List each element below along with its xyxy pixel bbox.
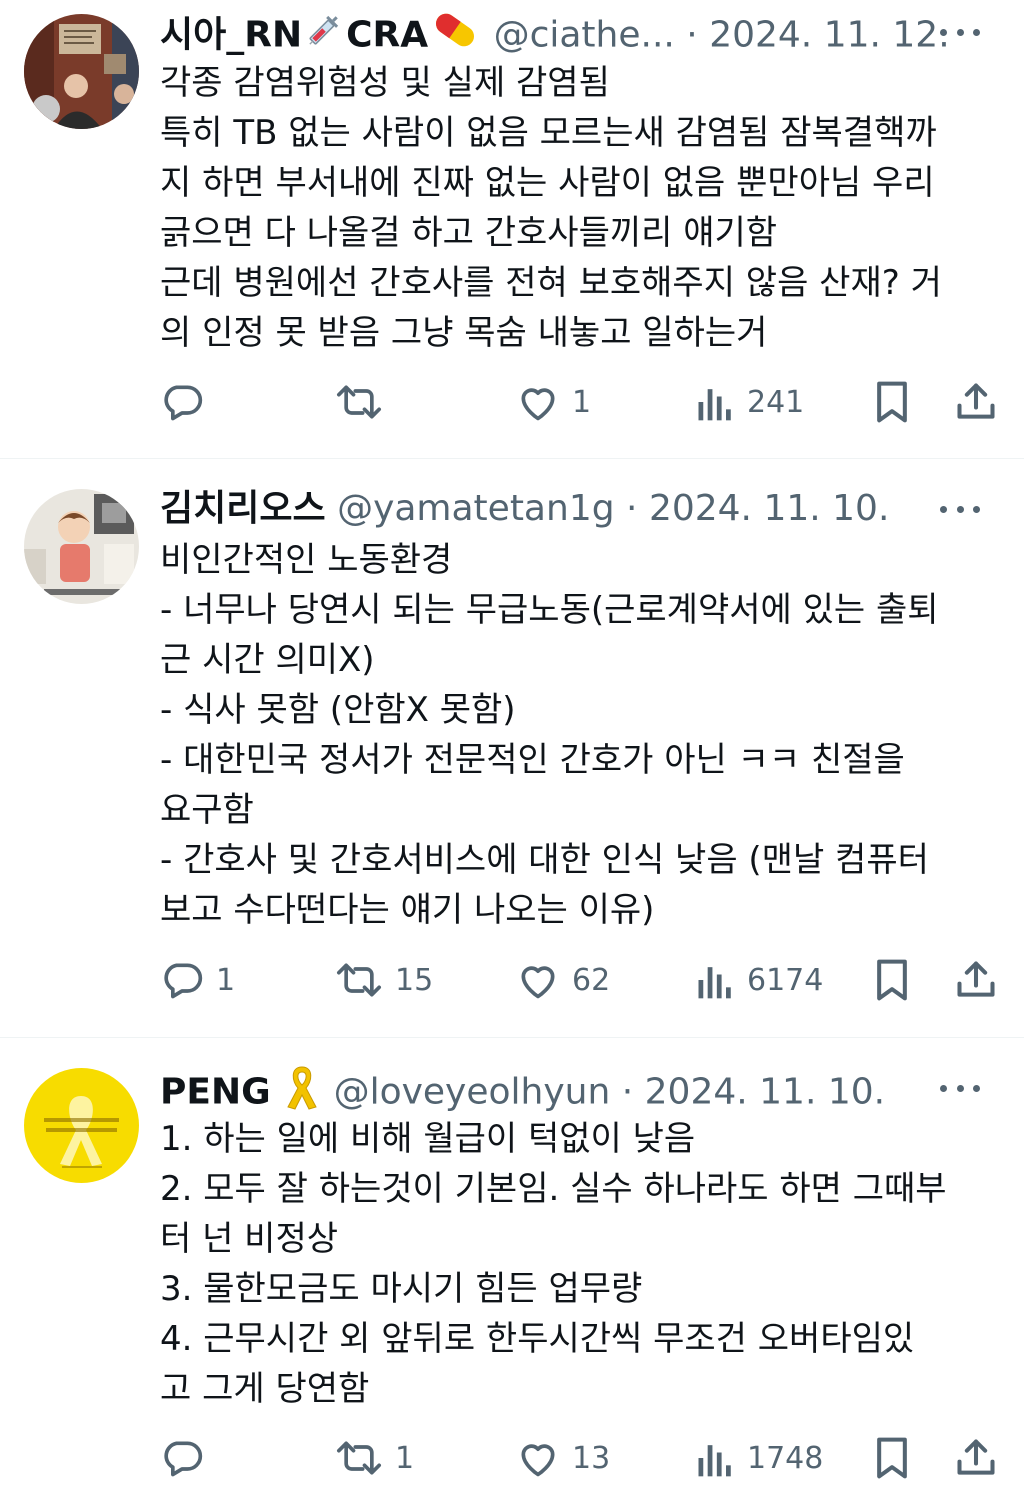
bar-chart-icon	[695, 1436, 735, 1480]
retweet-arrows-icon	[335, 1436, 383, 1480]
bookmark-button[interactable]	[872, 956, 912, 1004]
view-count: 6174	[747, 962, 824, 998]
separator: ·	[621, 1071, 634, 1113]
bar-chart-icon	[695, 380, 735, 424]
speech-bubble-icon	[160, 1436, 204, 1480]
separator: ·	[626, 488, 638, 529]
tweet-header: 김치리오스 @yamatetan1g · 2024. 11. 10.	[160, 485, 1004, 533]
retweet-button[interactable]: 1	[335, 1434, 414, 1482]
bar-chart-icon	[695, 958, 735, 1002]
bookmark-icon	[872, 1436, 912, 1480]
bookmark-button[interactable]	[872, 378, 912, 426]
avatar[interactable]	[24, 489, 139, 604]
share-upload-icon	[954, 958, 998, 1002]
tweet-header: PENG @loveyeolhyun · 2024. 11. 10.	[160, 1064, 1004, 1113]
display-name[interactable]: PENG	[160, 1072, 271, 1113]
more-dots-icon[interactable]	[940, 1064, 980, 1112]
heart-icon	[516, 958, 560, 1002]
tweet[interactable]: PENG @loveyeolhyun · 2024. 11. 10. 1. 하는…	[0, 1038, 1024, 1508]
retweet-count: 15	[395, 962, 434, 998]
avatar[interactable]	[24, 14, 139, 129]
pill-emoji	[430, 8, 480, 65]
more-dots-icon[interactable]	[940, 8, 980, 56]
like-button[interactable]: 62	[516, 956, 610, 1004]
action-bar: 1 241	[160, 378, 1000, 426]
view-count: 1748	[747, 1440, 824, 1476]
like-count: 13	[572, 1440, 611, 1476]
share-upload-icon	[954, 1436, 998, 1480]
share-upload-icon	[954, 380, 998, 424]
display-name-suffix[interactable]: CRA	[346, 15, 428, 56]
timestamp[interactable]: 2024. 11. 10.	[645, 1072, 885, 1113]
speech-bubble-icon	[160, 958, 204, 1002]
reply-count: 1	[216, 962, 236, 998]
timestamp[interactable]: 2024. 11. 10.	[649, 488, 889, 529]
views-button[interactable]: 6174	[695, 956, 823, 1004]
avatar[interactable]	[24, 1068, 139, 1183]
speech-bubble-icon	[160, 380, 204, 424]
heart-icon	[516, 1436, 560, 1480]
tweet-text: 1. 하는 일에 비해 월급이 턱없이 낮음 2. 모두 잘 하는것이 기본임.…	[160, 1119, 947, 1409]
like-count: 1	[572, 384, 592, 420]
tweet-text: 비인간적인 노동환경 - 너무나 당연시 되는 무급노동(근로계약서에 있는 출…	[160, 540, 939, 930]
action-bar: 1 13 1748	[160, 1434, 1000, 1482]
separator: ·	[686, 14, 698, 56]
reply-button[interactable]	[160, 378, 216, 426]
tweet[interactable]: 시아_RN CRA @ciathe... · 2024. 11. 12. 각종 감…	[0, 0, 1024, 458]
bookmark-button[interactable]	[872, 1434, 912, 1482]
retweet-count: 1	[395, 1440, 415, 1476]
retweet-arrows-icon	[335, 380, 383, 424]
retweet-button[interactable]: 15	[335, 956, 433, 1004]
handle[interactable]: @ciathe...	[494, 15, 675, 56]
action-bar: 1 15 62 6174	[160, 956, 1000, 1004]
retweet-arrows-icon	[335, 958, 383, 1002]
views-button[interactable]: 241	[695, 378, 804, 426]
share-button[interactable]	[954, 378, 998, 426]
share-button[interactable]	[954, 956, 998, 1004]
more-dots-icon[interactable]	[940, 485, 980, 533]
reply-button[interactable]: 1	[160, 956, 235, 1004]
like-button[interactable]: 1	[516, 378, 591, 426]
bookmark-icon	[872, 380, 912, 424]
share-button[interactable]	[954, 1434, 998, 1482]
display-name[interactable]: 김치리오스	[160, 488, 326, 529]
view-count: 241	[747, 384, 805, 420]
views-button[interactable]: 1748	[695, 1434, 823, 1482]
bookmark-icon	[872, 958, 912, 1002]
syringe-emoji	[304, 10, 344, 63]
display-name[interactable]: 시아_RN	[160, 15, 302, 56]
tweet-text: 각종 감염위험성 및 실제 감염됨 특히 TB 없는 사람이 없음 모르는새 감…	[160, 63, 942, 353]
reply-button[interactable]	[160, 1434, 216, 1482]
like-count: 62	[572, 962, 611, 998]
retweet-button[interactable]	[335, 378, 395, 426]
tweet[interactable]: 김치리오스 @yamatetan1g · 2024. 11. 10. 비인간적인…	[0, 459, 1024, 1037]
timestamp[interactable]: 2024. 11. 12.	[709, 15, 949, 56]
like-button[interactable]: 13	[516, 1434, 610, 1482]
tweet-header: 시아_RN CRA @ciathe... · 2024. 11. 12.	[160, 8, 1004, 56]
handle[interactable]: @loveyeolhyun	[334, 1072, 611, 1113]
heart-icon	[516, 380, 560, 424]
handle[interactable]: @yamatetan1g	[337, 488, 615, 529]
